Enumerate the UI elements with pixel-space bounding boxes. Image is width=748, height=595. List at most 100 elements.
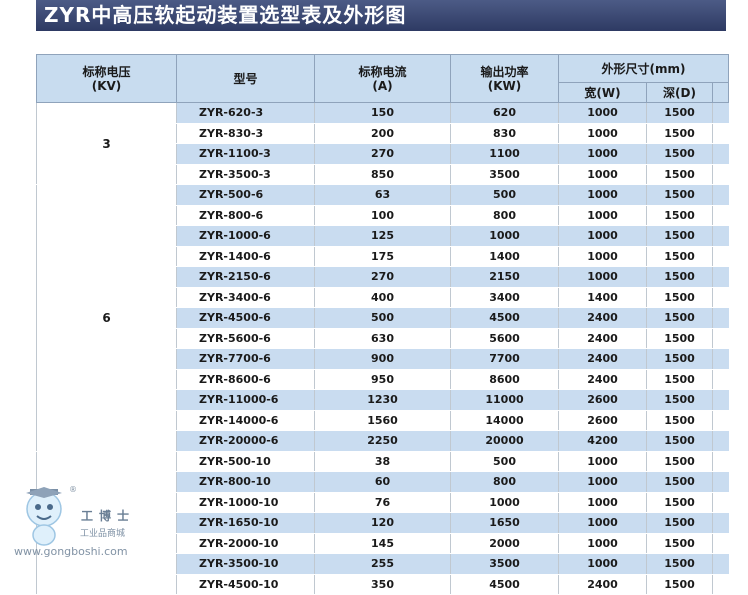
current-cell: 2250: [314, 430, 451, 452]
current-cell: 630: [314, 328, 451, 349]
current-cell: 500: [314, 307, 451, 329]
model-cell: ZYR-500-10: [176, 451, 315, 472]
page-title: ZYR中高压软起动装置选型表及外形图: [36, 0, 726, 31]
watermark: ® 工博士 工业品商城 www.gongboshi.com: [14, 485, 154, 565]
voltage-cell: 6: [36, 184, 177, 452]
table-row: 6 ZYR-500-6 63 500 1000 1500: [36, 184, 729, 452]
power-cell: 1100: [450, 143, 559, 165]
extra-cell: [712, 123, 729, 144]
power-cell: 500: [450, 184, 559, 206]
power-cell: 2150: [450, 266, 559, 288]
width-cell: 2600: [558, 410, 647, 431]
current-cell: 255: [314, 553, 451, 575]
model-cell: ZYR-1100-3: [176, 143, 315, 165]
width-cell: 2400: [558, 348, 647, 370]
depth-cell: 1500: [646, 451, 713, 472]
width-cell: 1000: [558, 512, 647, 534]
width-cell: 1000: [558, 123, 647, 144]
depth-cell: 1500: [646, 369, 713, 390]
power-cell: 830: [450, 123, 559, 144]
current-cell: 120: [314, 512, 451, 534]
model-cell: ZYR-14000-6: [176, 410, 315, 431]
extra-cell: [712, 410, 729, 431]
power-cell: 8600: [450, 369, 559, 390]
width-cell: 2600: [558, 389, 647, 411]
extra-cell: [712, 164, 729, 185]
current-cell: 63: [314, 184, 451, 206]
power-cell: 7700: [450, 348, 559, 370]
extra-cell: [712, 389, 729, 411]
extra-cell: [712, 553, 729, 575]
depth-cell: 1500: [646, 307, 713, 329]
power-cell: 5600: [450, 328, 559, 349]
header-current: 标称电流 (A): [314, 54, 451, 103]
width-cell: 1000: [558, 205, 647, 226]
power-cell: 4500: [450, 574, 559, 595]
depth-cell: 1500: [646, 246, 713, 267]
depth-cell: 1500: [646, 574, 713, 595]
extra-cell: [712, 533, 729, 554]
header-extra: [712, 82, 729, 103]
extra-cell: [712, 143, 729, 165]
depth-cell: 1500: [646, 328, 713, 349]
extra-cell: [712, 574, 729, 595]
current-cell: 100: [314, 205, 451, 226]
depth-cell: 1500: [646, 225, 713, 247]
power-cell: 3400: [450, 287, 559, 308]
extra-cell: [712, 266, 729, 288]
current-cell: 38: [314, 451, 451, 472]
width-cell: 1000: [558, 266, 647, 288]
extra-cell: [712, 287, 729, 308]
current-cell: 150: [314, 102, 451, 124]
model-cell: ZYR-1650-10: [176, 512, 315, 534]
width-cell: 1000: [558, 102, 647, 124]
header-depth: 深(D): [646, 82, 713, 103]
table-row: ZYR-500-10 38 500 1000 1500: [36, 450, 729, 595]
current-cell: 850: [314, 164, 451, 185]
power-cell: 800: [450, 205, 559, 226]
depth-cell: 1500: [646, 123, 713, 144]
depth-cell: 1500: [646, 266, 713, 288]
current-cell: 350: [314, 574, 451, 595]
model-cell: ZYR-620-3: [176, 102, 315, 124]
current-cell: 1560: [314, 410, 451, 431]
extra-cell: [712, 246, 729, 267]
current-cell: 175: [314, 246, 451, 267]
current-cell: 200: [314, 123, 451, 144]
power-cell: 500: [450, 451, 559, 472]
power-cell: 620: [450, 102, 559, 124]
width-cell: 1000: [558, 533, 647, 554]
header-width-label: 宽(W): [584, 85, 621, 100]
power-cell: 1650: [450, 512, 559, 534]
header-voltage-label: 标称电压 (KV): [82, 64, 131, 93]
model-cell: ZYR-20000-6: [176, 430, 315, 452]
depth-cell: 1500: [646, 164, 713, 185]
watermark-subtitle: 工业品商城: [80, 529, 126, 539]
power-cell: 2000: [450, 533, 559, 554]
depth-cell: 1500: [646, 143, 713, 165]
extra-cell: [712, 205, 729, 226]
model-cell: ZYR-1000-10: [176, 492, 315, 513]
extra-cell: [712, 369, 729, 390]
current-cell: 145: [314, 533, 451, 554]
model-cell: ZYR-800-10: [176, 471, 315, 493]
extra-cell: [712, 184, 729, 206]
depth-cell: 1500: [646, 492, 713, 513]
depth-cell: 1500: [646, 533, 713, 554]
depth-cell: 1500: [646, 287, 713, 308]
width-cell: 1000: [558, 225, 647, 247]
model-cell: ZYR-7700-6: [176, 348, 315, 370]
model-cell: ZYR-1000-6: [176, 225, 315, 247]
width-cell: 1400: [558, 287, 647, 308]
table-row: 3 ZYR-620-3 150 620 1000 1500: [36, 102, 729, 185]
extra-cell: [712, 430, 729, 452]
width-cell: 2400: [558, 574, 647, 595]
model-cell: ZYR-3500-3: [176, 164, 315, 185]
extra-cell: [712, 328, 729, 349]
header-voltage: 标称电压 (KV): [36, 54, 177, 103]
model-cell: ZYR-8600-6: [176, 369, 315, 390]
model-cell: ZYR-2000-10: [176, 533, 315, 554]
model-cell: ZYR-11000-6: [176, 389, 315, 411]
model-cell: ZYR-500-6: [176, 184, 315, 206]
extra-cell: [712, 307, 729, 329]
